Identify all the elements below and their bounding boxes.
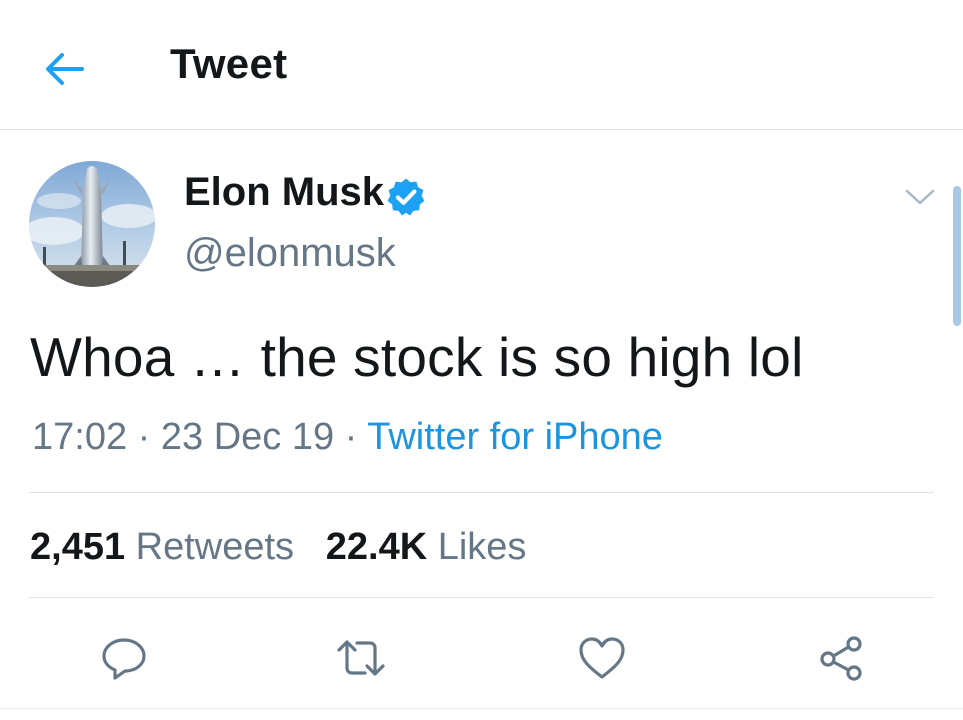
retweets-label: Retweets xyxy=(135,526,295,568)
verified-badge-icon xyxy=(387,178,425,216)
scrollbar[interactable] xyxy=(953,186,961,326)
arrow-left-icon xyxy=(46,53,84,85)
back-button[interactable] xyxy=(40,45,88,93)
likes-label: Likes xyxy=(437,526,527,568)
tweet-menu-button[interactable] xyxy=(900,180,940,214)
page-title: Tweet xyxy=(170,40,288,87)
retweet-icon xyxy=(337,640,385,676)
meta-separator: · xyxy=(137,416,151,458)
author-display-name[interactable]: Elon Musk xyxy=(184,170,384,215)
like-icon xyxy=(579,637,625,679)
retweets-count: 2,451 xyxy=(30,526,126,568)
likes-stat[interactable]: 22.4K Likes xyxy=(326,526,527,568)
retweets-stat[interactable]: 2,451 Retweets xyxy=(30,526,305,568)
tweet-date: 23 Dec 19 xyxy=(160,416,335,458)
bottom-divider xyxy=(0,708,963,709)
like-button[interactable] xyxy=(572,628,632,688)
share-button[interactable] xyxy=(811,628,871,688)
top-bar: Tweet xyxy=(0,0,963,130)
meta-separator: · xyxy=(344,416,358,458)
tweet-source-link[interactable]: Twitter for iPhone xyxy=(367,416,663,458)
divider xyxy=(29,492,934,493)
chevron-down-icon xyxy=(905,189,935,205)
divider xyxy=(29,597,934,598)
likes-count: 22.4K xyxy=(325,526,428,568)
share-icon xyxy=(820,636,862,681)
author-handle[interactable]: @elonmusk xyxy=(184,231,396,276)
retweet-button[interactable] xyxy=(331,628,391,688)
avatar-image xyxy=(29,161,155,287)
tweet-meta: 17:02 · 23 Dec 19 · Twitter for iPhone xyxy=(32,416,663,459)
reply-icon xyxy=(102,638,146,680)
avatar[interactable] xyxy=(29,161,155,287)
tweet-time: 17:02 xyxy=(32,416,128,458)
tweet-text: Whoa … the stock is so high lol xyxy=(30,326,804,388)
reply-button[interactable] xyxy=(94,628,154,688)
tweet-stats: 2,451 Retweets 22.4K Likes xyxy=(30,526,526,569)
